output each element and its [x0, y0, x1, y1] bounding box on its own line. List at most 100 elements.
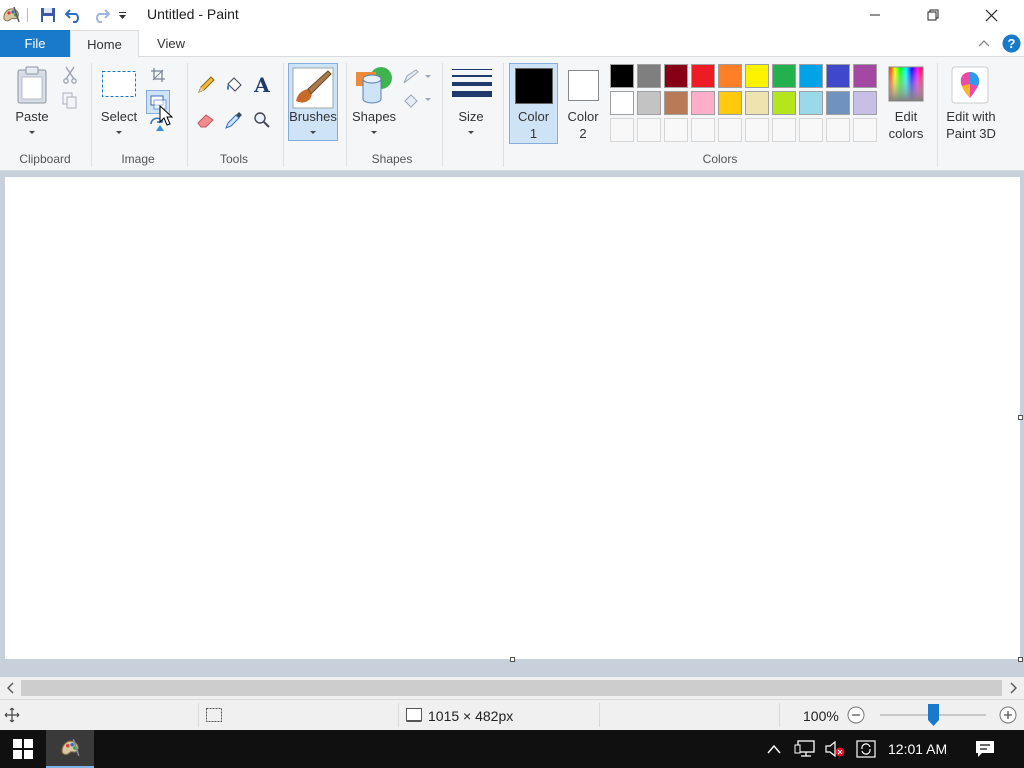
fill-icon[interactable]: [401, 89, 433, 111]
brushes-dropdown-icon[interactable]: [310, 131, 316, 134]
palette-swatch[interactable]: [637, 64, 661, 88]
select-icon[interactable]: [100, 69, 138, 99]
color-picker-icon[interactable]: [223, 109, 245, 131]
scroll-right-icon[interactable]: [1006, 680, 1022, 696]
scrollbar-thumb[interactable]: [21, 680, 1002, 696]
palette-swatch[interactable]: [745, 64, 769, 88]
title-bar: Untitled - Paint: [0, 0, 1024, 30]
magnifier-icon[interactable]: [251, 109, 273, 131]
close-button[interactable]: [962, 0, 1020, 30]
palette-swatch[interactable]: [772, 64, 796, 88]
save-icon[interactable]: [38, 5, 58, 25]
volume-muted-icon[interactable]: [822, 730, 848, 768]
paste-icon[interactable]: [12, 63, 52, 107]
redo-icon[interactable]: [91, 5, 111, 25]
minimize-button[interactable]: [846, 0, 904, 30]
palette-swatch[interactable]: [610, 91, 634, 115]
palette-swatch-custom-empty[interactable]: [691, 118, 715, 142]
palette-swatch-custom-empty[interactable]: [664, 118, 688, 142]
customize-qa-icon[interactable]: [116, 5, 128, 25]
resize-handle-bottom[interactable]: [510, 657, 515, 662]
resize-handle-corner[interactable]: [1018, 657, 1023, 662]
pencil-icon[interactable]: [195, 74, 217, 96]
fill-bucket-icon[interactable]: [223, 74, 245, 96]
collapse-ribbon-icon[interactable]: [976, 35, 992, 51]
svg-text:A: A: [253, 75, 270, 95]
paste-button-label[interactable]: Paste: [6, 108, 58, 125]
palette-swatch[interactable]: [610, 64, 634, 88]
select-dropdown-icon[interactable]: [116, 131, 122, 134]
palette-swatch[interactable]: [826, 64, 850, 88]
network-icon[interactable]: [792, 730, 818, 768]
shapes-dropdown-icon[interactable]: [371, 131, 377, 134]
palette-swatch[interactable]: [718, 91, 742, 115]
shapes-label[interactable]: Shapes: [348, 108, 400, 125]
palette-swatch[interactable]: [799, 64, 823, 88]
select-button-label[interactable]: Select: [96, 108, 142, 125]
palette-swatch-custom-empty[interactable]: [637, 118, 661, 142]
notifications-icon[interactable]: [970, 730, 1000, 768]
cut-icon[interactable]: [61, 66, 79, 84]
outline-icon[interactable]: [401, 66, 433, 88]
palette-swatch[interactable]: [826, 91, 850, 115]
horizontal-scrollbar[interactable]: [0, 677, 1024, 699]
palette-swatch-custom-empty[interactable]: [772, 118, 796, 142]
scroll-left-icon[interactable]: [2, 680, 18, 696]
palette-swatch-custom-empty[interactable]: [610, 118, 634, 142]
palette-swatch-custom-empty[interactable]: [799, 118, 823, 142]
palette-swatch-custom-empty[interactable]: [745, 118, 769, 142]
taskbar-paint-app[interactable]: [46, 730, 94, 768]
action-center-sync-icon[interactable]: [853, 730, 879, 768]
palette-swatch-custom-empty[interactable]: [718, 118, 742, 142]
palette-swatch[interactable]: [799, 91, 823, 115]
edit-colors-icon[interactable]: [887, 65, 925, 103]
size-icon[interactable]: [450, 65, 494, 101]
palette-swatch-custom-empty[interactable]: [826, 118, 850, 142]
tab-view[interactable]: View: [140, 30, 202, 57]
paste-dropdown-icon[interactable]: [29, 131, 35, 134]
restore-button[interactable]: [904, 0, 962, 30]
color1-swatch: [515, 68, 553, 104]
palette-swatch[interactable]: [718, 64, 742, 88]
palette-swatch[interactable]: [745, 91, 769, 115]
taskbar-clock[interactable]: 12:01 AM: [888, 741, 947, 757]
taskbar: 12:01 AM: [0, 730, 1024, 768]
start-button[interactable]: [0, 730, 46, 768]
palette-swatch[interactable]: [637, 91, 661, 115]
zoom-out-icon[interactable]: [846, 705, 866, 725]
palette-swatch[interactable]: [691, 91, 715, 115]
size-dropdown-icon[interactable]: [468, 131, 474, 134]
text-icon[interactable]: A: [250, 73, 274, 97]
palette-swatch[interactable]: [664, 91, 688, 115]
resize-handle-right[interactable]: [1018, 415, 1023, 420]
eraser-icon[interactable]: [195, 109, 217, 131]
size-label[interactable]: Size: [449, 108, 493, 125]
edit-colors-label-line1[interactable]: Edit: [880, 108, 932, 125]
brushes-button[interactable]: [288, 63, 338, 141]
edit-colors-label-line2[interactable]: colors: [880, 125, 932, 142]
ribbon: Paste Clipboard Select Image A Tools Bru…: [0, 57, 1024, 171]
crop-icon[interactable]: [149, 66, 167, 84]
paint-app-icon[interactable]: [0, 5, 22, 25]
palette-swatch[interactable]: [772, 91, 796, 115]
zoom-slider-thumb[interactable]: [927, 704, 939, 726]
undo-icon[interactable]: [64, 5, 84, 25]
status-bar: 1015 × 482px 100%: [0, 699, 1024, 730]
palette-swatch[interactable]: [853, 64, 877, 88]
palette-swatch[interactable]: [664, 64, 688, 88]
brushes-label[interactable]: Brushes: [288, 108, 338, 125]
drawing-canvas[interactable]: [5, 177, 1020, 659]
tab-file[interactable]: File: [0, 30, 70, 57]
palette-swatch-custom-empty[interactable]: [853, 118, 877, 142]
zoom-in-icon[interactable]: [998, 705, 1018, 725]
show-hidden-icons-icon[interactable]: [763, 730, 785, 768]
shapes-icon[interactable]: [353, 65, 395, 105]
paint3d-icon[interactable]: [950, 65, 990, 105]
palette-swatch[interactable]: [691, 64, 715, 88]
paint3d-label-line2[interactable]: Paint 3D: [940, 125, 1002, 142]
tab-home[interactable]: Home: [70, 30, 139, 57]
help-icon[interactable]: ?: [1001, 33, 1021, 53]
copy-icon[interactable]: [61, 91, 79, 109]
paint3d-label-line1[interactable]: Edit with: [940, 108, 1002, 125]
palette-swatch[interactable]: [853, 91, 877, 115]
